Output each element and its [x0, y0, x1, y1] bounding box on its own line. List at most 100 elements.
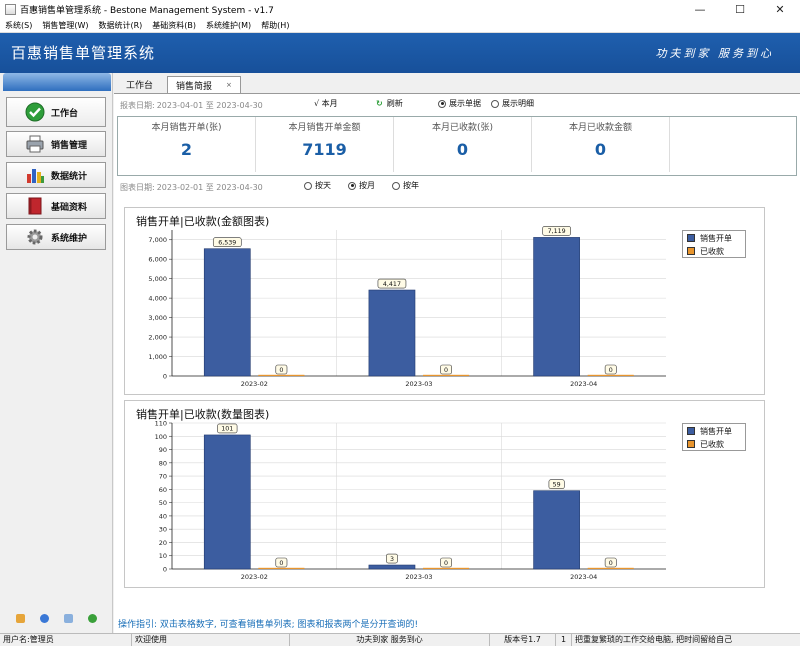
- y-tick-label: 60: [159, 486, 167, 494]
- y-tick-label: 2,000: [148, 334, 167, 342]
- radio-label: 展示单据: [449, 99, 481, 108]
- bar: [587, 374, 634, 376]
- quantity-chart-panel: 销售开单|已收款(数量图表) 0 10 20 30 40 50 60 70 80 90 100 110…: [124, 400, 765, 588]
- bar: [423, 567, 470, 569]
- summary-cell-paid-count[interactable]: 本月已收款(张) 0: [394, 117, 532, 172]
- radio-label: 按月: [359, 181, 375, 190]
- show-detail-radio[interactable]: 展示明细: [491, 98, 534, 109]
- menu-system[interactable]: 系统(S): [0, 20, 37, 31]
- bar: [533, 237, 580, 377]
- bar: [203, 248, 251, 377]
- search-icon[interactable]: [64, 614, 74, 623]
- title-bar: 百惠销售单管理系统 - Bestone Management System - …: [0, 0, 800, 19]
- summary-cell-open-amount[interactable]: 本月销售开单金额 7119: [256, 117, 394, 172]
- info-icon[interactable]: [39, 614, 49, 623]
- summary-cell-paid-amount[interactable]: 本月已收款金额 0: [532, 117, 670, 172]
- window-title: 百惠销售单管理系统 - Bestone Management System - …: [20, 6, 274, 16]
- show-doc-radio[interactable]: 展示单据: [438, 98, 481, 109]
- summary-value[interactable]: 0: [532, 140, 669, 159]
- tab-close-icon[interactable]: ×: [226, 81, 232, 89]
- legend-item-paid: 已收款: [683, 245, 745, 257]
- x-tick-label: 2023-03: [405, 380, 432, 388]
- app-icon: [5, 4, 16, 15]
- sidebar-item-basic-data[interactable]: 基础资料: [6, 193, 106, 219]
- check-circle-icon: [25, 102, 45, 122]
- summary-value[interactable]: 7119: [256, 140, 393, 159]
- book-icon: [25, 196, 45, 216]
- summary-value[interactable]: 0: [394, 140, 531, 159]
- x-tick-label: 2023-03: [405, 573, 432, 581]
- tab-label: 销售简报: [176, 81, 213, 92]
- amount-chart: 0 1,000 2,000 3,000 4,000 5,000 6,000 7,000 2023…: [148, 226, 666, 388]
- sidebar-item-label: 销售管理: [51, 140, 88, 151]
- radio-label: 按天: [315, 181, 331, 190]
- status-bar: 用户名:管理员 欢迎使用 功夫到家 服务到心 版本号1.7 1 把重复繁琐的工作…: [0, 633, 800, 646]
- menu-sales[interactable]: 销售管理(W): [37, 20, 93, 31]
- summary-cell-open-count[interactable]: 本月销售开单(张) 2: [118, 117, 256, 172]
- tab-sales-brief[interactable]: 销售简报 ×: [167, 76, 241, 93]
- bar: [203, 434, 251, 570]
- y-tick-label: 5,000: [148, 275, 167, 283]
- close-button[interactable]: ✕: [760, 0, 800, 19]
- refresh-button[interactable]: ↻ 刷新: [376, 98, 403, 109]
- status-slogan: 功夫到家 服务到心: [290, 633, 490, 646]
- y-tick-label: 1,000: [148, 353, 167, 361]
- menu-help[interactable]: 帮助(H): [256, 20, 294, 31]
- report-date-range[interactable]: 2023-04-01 至 2023-04-30: [157, 100, 263, 111]
- legend-label: 销售开单: [700, 426, 732, 436]
- menu-basic-data[interactable]: 基础资料(B): [147, 20, 201, 31]
- note-icon[interactable]: [15, 614, 25, 623]
- status-tip: 把重复繁琐的工作交给电脑, 把时间留给自己: [575, 634, 733, 644]
- y-tick-label: 90: [159, 446, 167, 454]
- menu-maintenance[interactable]: 系统维护(M): [201, 20, 256, 31]
- by-year-radio[interactable]: 按年: [392, 180, 419, 191]
- banner-slogan: 功夫到家 服务到心: [655, 47, 774, 60]
- menu-statistics[interactable]: 数据统计(R): [93, 20, 147, 31]
- sidebar-item-maintenance[interactable]: 系统维护: [6, 224, 106, 250]
- sidebar-item-sales[interactable]: 销售管理: [6, 131, 106, 157]
- chart-date-range[interactable]: 2023-02-01 至 2023-04-30: [157, 182, 263, 193]
- y-tick-label: 3,000: [148, 314, 167, 322]
- summary-value[interactable]: 2: [118, 140, 255, 159]
- bar-chart-icon: [25, 165, 45, 185]
- radio-label: 展示明细: [502, 99, 534, 108]
- status-user: 用户名:管理员: [0, 633, 132, 646]
- legend-label: 销售开单: [700, 233, 732, 243]
- x-tick-label: 2023-02: [241, 380, 268, 388]
- data-label: 0: [609, 367, 613, 374]
- tab-label: 工作台: [126, 81, 154, 91]
- summary-label: 本月已收款金额: [568, 123, 632, 133]
- by-day-radio[interactable]: 按天: [304, 180, 331, 191]
- header-banner: 百惠销售单管理系统 功夫到家 服务到心: [0, 33, 800, 73]
- y-tick-label: 30: [159, 526, 167, 534]
- power-icon[interactable]: [88, 614, 98, 623]
- refresh-icon: ↻: [376, 99, 383, 108]
- legend-label: 已收款: [700, 246, 724, 256]
- sidebar: 工作台 销售管理 数据统计 基础资料 系统维护: [0, 73, 113, 633]
- sidebar-item-workbench[interactable]: 工作台: [6, 97, 106, 127]
- radio-indicator: [348, 181, 356, 190]
- tab-workbench[interactable]: 工作台: [118, 76, 161, 93]
- bar: [533, 490, 580, 570]
- sidebar-header: [3, 73, 111, 91]
- chart-date-row: 图表日期: 2023-02-01 至 2023-04-30: [120, 180, 263, 194]
- sidebar-tool-icons: [0, 614, 113, 626]
- sidebar-item-label: 数据统计: [51, 171, 88, 182]
- y-tick-label: 0: [163, 373, 167, 381]
- minimize-button[interactable]: —: [680, 0, 720, 19]
- radio-indicator: [438, 99, 446, 108]
- sidebar-item-statistics[interactable]: 数据统计: [6, 162, 106, 188]
- data-label: 0: [279, 560, 283, 567]
- sidebar-item-label: 基础资料: [51, 202, 88, 213]
- y-tick-label: 40: [159, 512, 167, 520]
- maximize-button[interactable]: ☐: [720, 0, 760, 19]
- by-month-radio[interactable]: 按月: [348, 180, 375, 191]
- window-controls: — ☐ ✕: [680, 0, 800, 19]
- this-month-button[interactable]: √ 本月: [314, 98, 338, 109]
- legend-label: 已收款: [700, 439, 724, 449]
- chart-date-label: 图表日期:: [120, 182, 155, 192]
- sidebar-item-label: 系统维护: [51, 233, 88, 244]
- data-label: 59: [553, 481, 561, 488]
- data-label: 0: [444, 367, 448, 374]
- y-tick-label: 6,000: [148, 256, 167, 264]
